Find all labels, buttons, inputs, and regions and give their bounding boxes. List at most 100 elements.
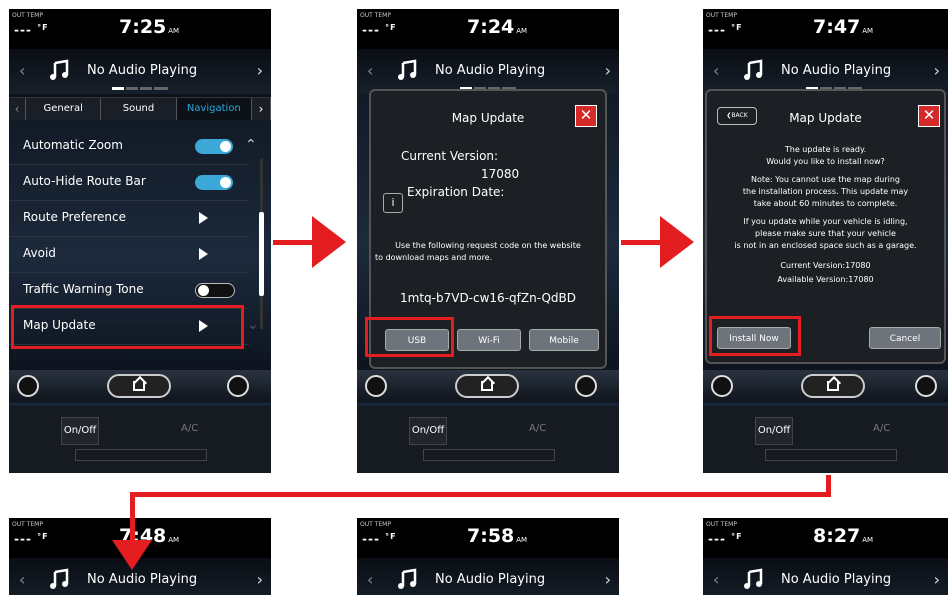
audio-prev-icon[interactable]: ‹ (367, 61, 373, 80)
audio-prev-icon[interactable]: ‹ (19, 61, 25, 80)
out-temp-value: --- °F (362, 532, 397, 546)
car-icon[interactable] (17, 375, 39, 397)
audio-status: No Audio Playing (87, 63, 198, 78)
tab-navigation[interactable]: Navigation (176, 98, 252, 120)
profile-icon[interactable] (575, 375, 597, 397)
status-bar: OUT TEMP --- °F 7:24 AM (357, 9, 619, 49)
tab-prev-icon[interactable]: ‹ (9, 98, 26, 120)
current-version-label: Current Version: (401, 149, 499, 163)
note-line-2: the installation process. This update ma… (742, 187, 909, 196)
scroll-up-icon[interactable]: ⌃ (245, 137, 257, 153)
info-text-2: to download maps and more. (375, 253, 493, 262)
cancel-button[interactable]: Cancel (869, 327, 941, 349)
scrollbar-thumb[interactable] (259, 212, 264, 296)
climate-panel: On/Off A/C (9, 407, 271, 473)
setting-label: Auto-Hide Route Bar (23, 174, 146, 188)
tab-general[interactable]: General (26, 98, 102, 120)
request-code: 1mtq-b7VD-cw16-qfZn-QdBD (400, 291, 576, 305)
ac-label[interactable]: A/C (529, 423, 546, 434)
audio-status: No Audio Playing (435, 572, 546, 587)
car-icon[interactable] (711, 375, 733, 397)
wifi-button[interactable]: Wi-Fi (457, 329, 521, 351)
out-temp-label: OUT TEMP (706, 12, 737, 19)
ac-label[interactable]: A/C (181, 423, 198, 434)
fan-speed-bar[interactable] (765, 449, 897, 461)
audio-bar[interactable]: ‹ No Audio Playing › (703, 558, 948, 595)
audio-status: No Audio Playing (781, 63, 892, 78)
automatic-zoom-toggle[interactable] (195, 139, 233, 154)
dialog-title: Map Update (451, 111, 525, 125)
out-temp-value: --- °F (362, 23, 397, 37)
setting-automatic-zoom[interactable]: Automatic Zoom (9, 128, 249, 165)
arrow-1-head (312, 216, 346, 268)
ac-label[interactable]: A/C (873, 423, 890, 434)
audio-bar[interactable]: ‹ No Audio Playing › (9, 49, 271, 94)
audio-prev-icon[interactable]: ‹ (367, 570, 373, 589)
home-bar (9, 370, 271, 402)
tab-sound[interactable]: Sound (101, 98, 177, 120)
music-note-icon (744, 59, 763, 80)
home-button[interactable] (455, 374, 519, 398)
tab-next-icon[interactable]: › (252, 98, 271, 120)
audio-prev-icon[interactable]: ‹ (713, 61, 719, 80)
audio-bar[interactable]: ‹ No Audio Playing › (357, 49, 619, 94)
arrow-2-head (660, 216, 694, 268)
close-icon[interactable]: ✕ (575, 105, 597, 127)
audio-bar[interactable]: ‹ No Audio Playing › (357, 558, 619, 595)
map-update-highlight (11, 305, 244, 349)
note-line-1: Note: You cannot use the map during (750, 175, 901, 184)
out-temp-value: --- °F (14, 532, 49, 546)
audio-next-icon[interactable]: › (605, 61, 611, 80)
out-temp-label: OUT TEMP (12, 12, 43, 19)
fan-speed-bar[interactable] (423, 449, 555, 461)
out-temp-label: OUT TEMP (706, 521, 737, 528)
status-bar: OUT TEMP --- °F 8:27 AM (703, 518, 948, 558)
profile-icon[interactable] (915, 375, 937, 397)
audio-next-icon[interactable]: › (934, 61, 940, 80)
idle-line-1: If you update while your vehicle is idli… (743, 217, 908, 226)
setting-label: Traffic Warning Tone (23, 282, 144, 296)
climate-panel: On/Off A/C (703, 407, 948, 473)
profile-icon[interactable] (227, 375, 249, 397)
audio-bar[interactable]: ‹ No Audio Playing › (703, 49, 948, 94)
traffic-warning-tone-toggle[interactable] (195, 283, 235, 298)
close-icon[interactable]: ✕ (918, 105, 940, 127)
auto-hide-route-bar-toggle[interactable] (195, 175, 233, 190)
climate-onoff-button[interactable]: On/Off (755, 417, 793, 445)
music-note-icon (398, 59, 417, 80)
info-icon[interactable]: i (383, 193, 403, 213)
audio-prev-icon[interactable]: ‹ (713, 570, 719, 589)
setting-auto-hide-route-bar[interactable]: Auto-Hide Route Bar (9, 164, 249, 201)
current-version-value: 17080 (481, 167, 520, 181)
setting-traffic-warning-tone[interactable]: Traffic Warning Tone (9, 272, 249, 309)
mobile-button[interactable]: Mobile (529, 329, 599, 351)
climate-onoff-button[interactable]: On/Off (61, 417, 99, 445)
usb-highlight (365, 317, 454, 357)
setting-avoid[interactable]: Avoid (9, 236, 249, 273)
setting-route-preference[interactable]: Route Preference (9, 200, 249, 237)
setting-label: Avoid (23, 246, 56, 260)
clock: 7:25 AM (119, 16, 180, 38)
home-bar (703, 370, 948, 402)
music-note-icon (398, 568, 417, 589)
screen-step-5: OUT TEMP --- °F 7:58 AM ‹ No Audio Playin… (357, 518, 619, 595)
ready-text: The update is ready. (784, 145, 867, 154)
status-bar: OUT TEMP --- °F 7:58 AM (357, 518, 619, 558)
out-temp-label: OUT TEMP (360, 12, 391, 19)
audio-next-icon[interactable]: › (257, 570, 263, 589)
music-note-icon (50, 568, 69, 589)
car-icon[interactable] (365, 375, 387, 397)
info-text-1: Use the following request code on the we… (395, 241, 581, 250)
fan-speed-bar[interactable] (75, 449, 207, 461)
audio-next-icon[interactable]: › (257, 61, 263, 80)
home-button[interactable] (801, 374, 865, 398)
arrow-3-horizontal-line (130, 492, 831, 497)
home-button[interactable] (107, 374, 171, 398)
climate-onoff-button[interactable]: On/Off (409, 417, 447, 445)
clock: 8:27 AM (813, 525, 874, 547)
audio-prev-icon[interactable]: ‹ (19, 570, 25, 589)
audio-next-icon[interactable]: › (934, 570, 940, 589)
out-temp-label: OUT TEMP (360, 521, 391, 528)
audio-next-icon[interactable]: › (605, 570, 611, 589)
scroll-down-icon[interactable]: ⌄ (247, 317, 259, 333)
